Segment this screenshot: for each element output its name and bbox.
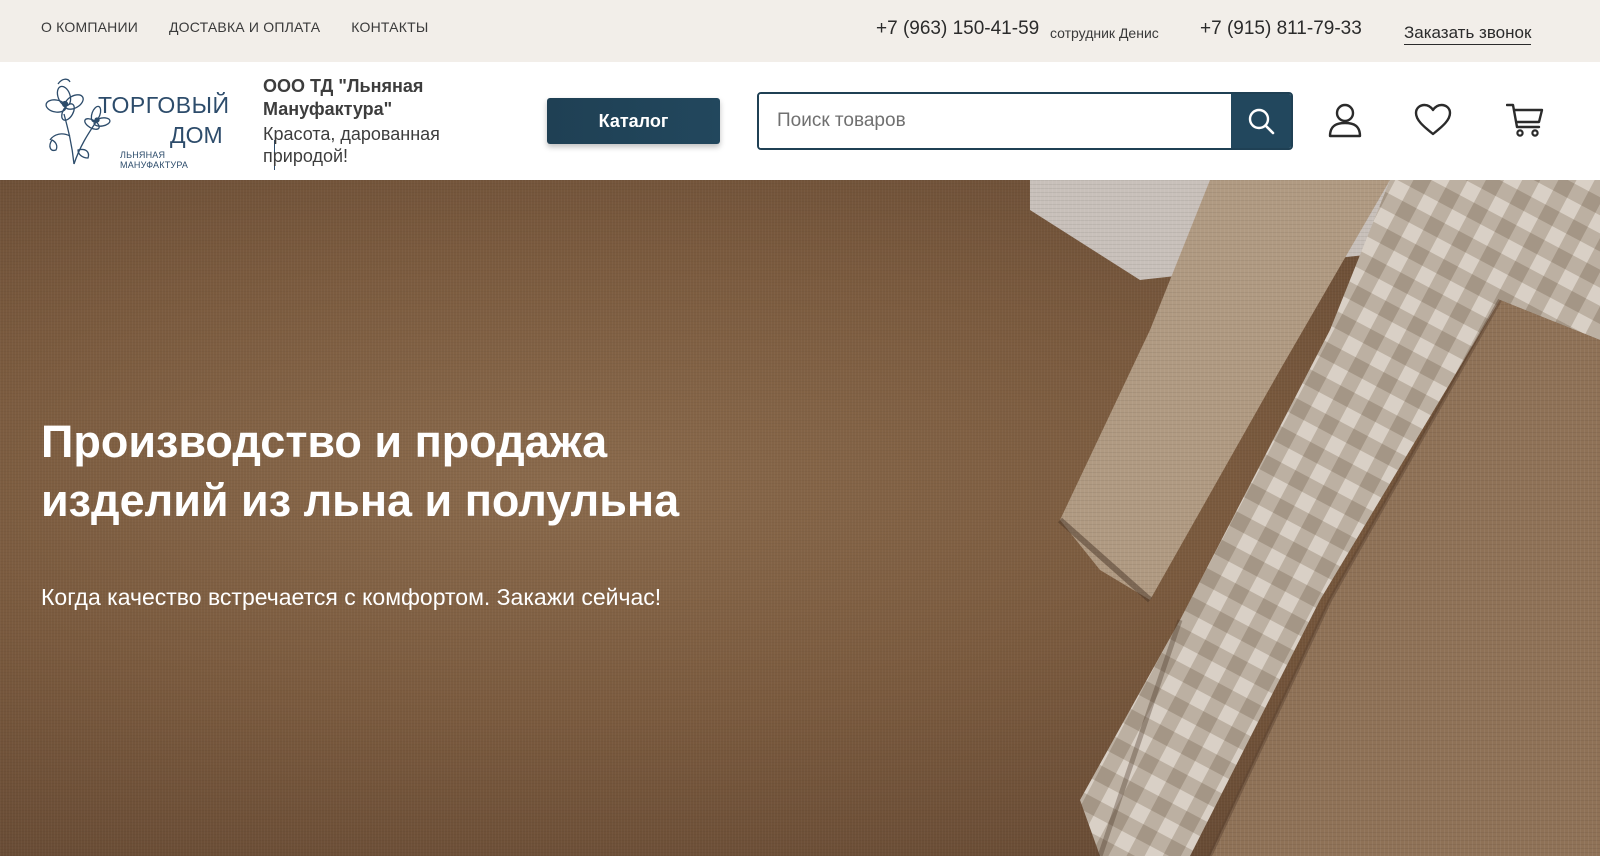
- hero-subtitle: Когда качество встречается с комфортом. …: [41, 584, 662, 610]
- heart-icon: [1414, 103, 1452, 136]
- search-icon: [1248, 108, 1275, 135]
- nav-link-delivery[interactable]: ДОСТАВКА И ОПЛАТА: [169, 19, 320, 35]
- favorites-button[interactable]: [1413, 98, 1453, 142]
- account-button[interactable]: [1325, 98, 1365, 142]
- company-slogan: Красота, дарованная природой!: [263, 124, 440, 166]
- top-bar: О КОМПАНИИ ДОСТАВКА И ОПЛАТА КОНТАКТЫ +7…: [0, 0, 1600, 62]
- logo-tagline: ЛЬНЯНАЯ МАНУФАКТУРА: [120, 150, 189, 170]
- header: ТОРГОВЫЙ ДОМ ЛЬНЯНАЯ МАНУФАКТУРА ООО ТД …: [0, 62, 1600, 180]
- cart-icon: [1506, 103, 1544, 137]
- cart-button[interactable]: [1505, 98, 1545, 142]
- nav-link-contacts[interactable]: КОНТАКТЫ: [351, 19, 428, 35]
- company-name: ООО ТД "Льняная Мануфактура": [263, 76, 424, 119]
- hero-banner: Производство и продажа изделий из льна и…: [0, 180, 1600, 856]
- user-icon: [1328, 103, 1362, 138]
- callback-button[interactable]: Заказать звонок: [1404, 23, 1532, 45]
- logo[interactable]: ТОРГОВЫЙ ДОМ ЛЬНЯНАЯ МАНУФАКТУРА: [44, 74, 275, 170]
- top-nav: О КОМПАНИИ ДОСТАВКА И ОПЛАТА КОНТАКТЫ: [41, 19, 428, 35]
- phone-note: сотрудник Денис: [1050, 25, 1159, 41]
- nav-link-about[interactable]: О КОМПАНИИ: [41, 19, 138, 35]
- search-input[interactable]: [759, 94, 1231, 148]
- hero-title: Производство и продажа изделий из льна и…: [41, 416, 680, 526]
- phone-link-1[interactable]: +7 (963) 150-41-59: [876, 18, 1039, 40]
- search-bar: [757, 92, 1293, 150]
- search-button[interactable]: [1231, 94, 1291, 148]
- company-info: ООО ТД "Льняная Мануфактура" Красота, да…: [263, 75, 493, 167]
- logo-title: ТОРГОВЫЙ: [98, 92, 230, 118]
- phone-link-2[interactable]: +7 (915) 811-79-33: [1200, 18, 1362, 40]
- catalog-button[interactable]: Каталог: [547, 98, 720, 144]
- flower-logo-icon: [45, 78, 111, 165]
- logo-subtitle: ДОМ: [170, 122, 223, 148]
